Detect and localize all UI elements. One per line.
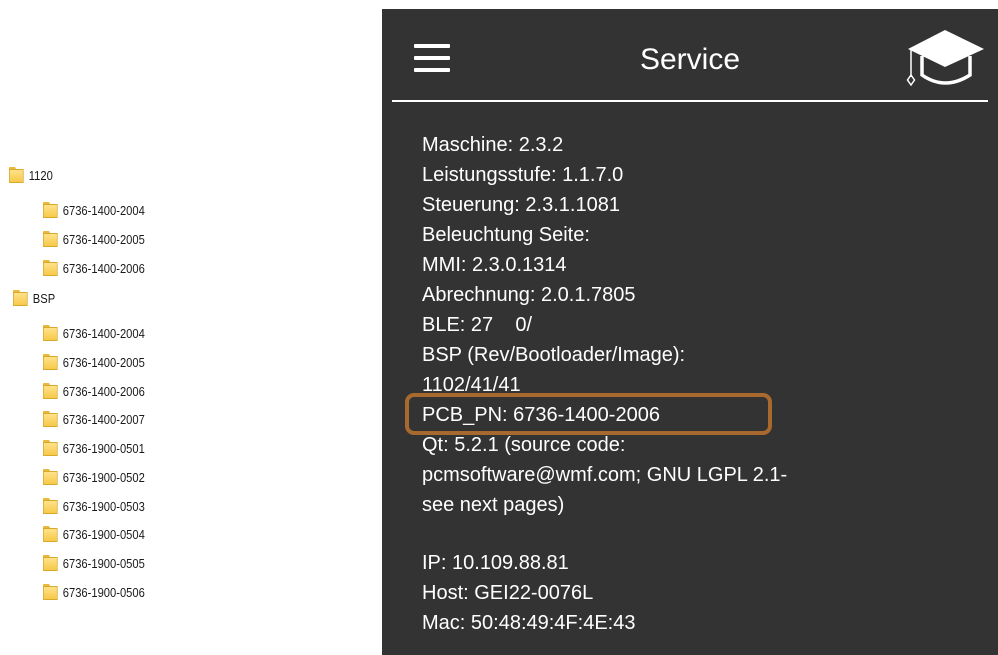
folder-label: 6736-1400-2005 bbox=[62, 231, 145, 247]
folder-label: 6736-1900-0502 bbox=[62, 469, 145, 485]
folder-1120-child[interactable]: 6736-1400-2004 bbox=[43, 199, 145, 221]
folder-bsp-child[interactable]: 6736-1900-0502 bbox=[43, 466, 145, 488]
info-line-mac: Mac: 50:48:49:4F:4E:43 bbox=[422, 612, 636, 634]
folder-label: BSP bbox=[32, 290, 56, 306]
folder-icon bbox=[43, 325, 58, 341]
folder-bsp-child[interactable]: 6736-1900-0503 bbox=[43, 495, 145, 517]
folder-icon bbox=[43, 498, 58, 514]
info-line-mmi: MMI: 2.3.0.1314 bbox=[422, 254, 567, 276]
info-line-maschine: Maschine: 2.3.2 bbox=[422, 134, 564, 156]
folder-icon bbox=[43, 260, 58, 276]
folder-icon bbox=[43, 383, 58, 399]
graduation-cap-icon[interactable] bbox=[902, 27, 986, 89]
folder-label: 6736-1400-2006 bbox=[62, 260, 145, 276]
info-line-qt-note: see next pages) bbox=[422, 494, 565, 516]
service-panel: Service Maschine: 2.3.2 Leistungsstufe: … bbox=[382, 9, 998, 655]
folder-bsp-child[interactable]: 6736-1400-2006 bbox=[43, 380, 145, 402]
folder-icon bbox=[43, 202, 58, 218]
folder-icon bbox=[43, 440, 58, 456]
folder-label: 6736-1400-2006 bbox=[62, 383, 145, 399]
folder-icon bbox=[43, 584, 58, 600]
folder-icon bbox=[43, 231, 58, 247]
folder-bsp-child[interactable]: 6736-1900-0505 bbox=[43, 552, 145, 574]
folder-label: 6736-1400-2007 bbox=[62, 411, 145, 427]
folder-label: 6736-1900-0505 bbox=[62, 555, 145, 571]
folder-bsp-child[interactable]: 6736-1900-0506 bbox=[43, 581, 145, 603]
info-line-ip: IP: 10.109.88.81 bbox=[422, 552, 569, 574]
folder-1120-child[interactable]: 6736-1400-2006 bbox=[43, 257, 145, 279]
folder-label: 6736-1900-0504 bbox=[62, 526, 145, 542]
folder-label: 6736-1400-2005 bbox=[62, 354, 145, 370]
info-line-host: Host: GEI22-0076L bbox=[422, 582, 594, 604]
folder-bsp-child[interactable]: 6736-1400-2004 bbox=[43, 322, 145, 344]
version-info-list: Maschine: 2.3.2 Leistungsstufe: 1.1.7.0 … bbox=[422, 130, 787, 638]
folder-tree: 1120 6736-1400-2004 6736-1400-2005 6736-… bbox=[0, 0, 380, 655]
folder-1120[interactable]: 1120 bbox=[9, 164, 53, 186]
folder-icon bbox=[43, 469, 58, 485]
pcb-pn-highlight-box bbox=[405, 393, 772, 435]
info-line-steuerung: Steuerung: 2.3.1.1081 bbox=[422, 194, 620, 216]
folder-label: 1120 bbox=[28, 167, 53, 183]
folder-icon bbox=[9, 167, 24, 183]
folder-bsp[interactable]: BSP bbox=[13, 287, 55, 309]
header-divider bbox=[392, 100, 988, 102]
info-line-bsp-label: BSP (Rev/Bootloader/Image): bbox=[422, 344, 686, 366]
folder-bsp-child[interactable]: 6736-1900-0504 bbox=[43, 523, 145, 545]
folder-bsp-child[interactable]: 6736-1400-2005 bbox=[43, 351, 145, 373]
info-line-qt-contact: pcmsoftware@wmf.com; GNU LGPL 2.1- bbox=[422, 464, 788, 486]
info-line-abrechnung: Abrechnung: 2.0.1.7805 bbox=[422, 284, 636, 306]
info-spacer bbox=[422, 520, 787, 548]
folder-icon bbox=[13, 290, 28, 306]
info-line-ble: BLE: 27 0/ bbox=[422, 314, 533, 336]
folder-icon bbox=[43, 411, 58, 427]
folder-bsp-child[interactable]: 6736-1400-2007 bbox=[43, 408, 145, 430]
folder-label: 6736-1900-0506 bbox=[62, 584, 145, 600]
folder-1120-child[interactable]: 6736-1400-2005 bbox=[43, 228, 145, 250]
folder-icon bbox=[43, 555, 58, 571]
folder-label: 6736-1900-0503 bbox=[62, 498, 145, 514]
folder-icon bbox=[43, 354, 58, 370]
info-line-beleuchtung: Beleuchtung Seite: bbox=[422, 224, 590, 246]
folder-label: 6736-1900-0501 bbox=[62, 440, 145, 456]
folder-label: 6736-1400-2004 bbox=[62, 202, 145, 218]
folder-label: 6736-1400-2004 bbox=[62, 325, 145, 341]
info-line-leistungsstufe: Leistungsstufe: 1.1.7.0 bbox=[422, 164, 624, 186]
folder-bsp-child[interactable]: 6736-1900-0501 bbox=[43, 437, 145, 459]
folder-icon bbox=[43, 526, 58, 542]
